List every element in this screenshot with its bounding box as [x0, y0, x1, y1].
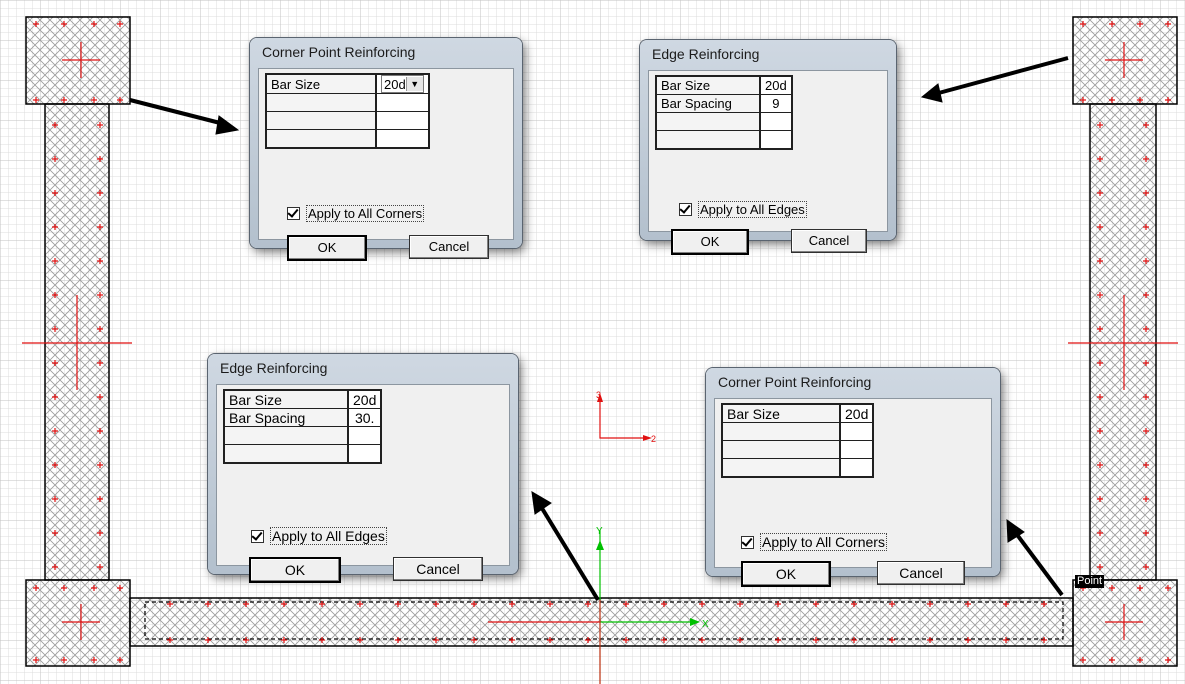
axis-label-3: 3 [596, 390, 601, 400]
corner-point-dialog-bottom: Corner Point Reinforcing Bar Size 20d Ap… [706, 368, 1000, 587]
reinforcing-grid: Bar Size 20d Bar Spacing 30. [223, 389, 383, 464]
apply-all-edges-checkbox[interactable]: Apply to All Edges [679, 201, 807, 218]
dialog-title: Corner Point Reinforcing [718, 374, 872, 390]
bar-size-label: Bar Size [224, 390, 349, 409]
cancel-button[interactable]: Cancel [791, 229, 867, 253]
bar-size-label: Bar Size [656, 76, 761, 95]
cancel-button[interactable]: Cancel [409, 235, 489, 259]
corner-point-dialog-top: Corner Point Reinforcing Bar Size 20d ▼ A… [250, 38, 522, 261]
ok-button[interactable]: OK [741, 561, 831, 587]
bar-size-value[interactable]: 20d [348, 390, 382, 409]
axis-label-x: X [702, 619, 709, 630]
reinforcing-grid: Bar Size 20d [721, 403, 875, 478]
reinforcing-grid: Bar Size 20d ▼ [265, 73, 430, 149]
chevron-down-icon[interactable]: ▼ [405, 77, 423, 91]
bar-size-value[interactable]: 20d [840, 404, 874, 423]
checkbox-checked-icon[interactable] [251, 529, 264, 543]
cancel-button[interactable]: Cancel [877, 561, 965, 585]
apply-all-corners-checkbox[interactable]: Apply to All Corners [287, 205, 425, 222]
ok-button[interactable]: OK [249, 557, 341, 583]
point-tooltip: Point [1075, 575, 1105, 588]
apply-all-corners-checkbox[interactable]: Apply to All Corners [741, 533, 887, 551]
axis-label-2: 2 [651, 434, 656, 444]
bar-spacing-label: Bar Spacing [656, 94, 761, 113]
dialog-title: Edge Reinforcing [652, 46, 760, 62]
bar-spacing-label: Bar Spacing [224, 408, 349, 427]
checkbox-checked-icon[interactable] [741, 535, 754, 549]
dialog-title: Edge Reinforcing [220, 360, 328, 376]
checkbox-checked-icon[interactable] [287, 207, 300, 220]
edge-reinforcing-dialog-top: Edge Reinforcing Bar Size 20d Bar Spacin… [640, 40, 896, 255]
bar-spacing-value[interactable]: 9 [760, 94, 792, 113]
bar-size-value: 20d [384, 76, 406, 92]
bar-size-label: Bar Size [266, 74, 377, 94]
reinforcing-grid: Bar Size 20d Bar Spacing 9 [655, 75, 793, 150]
bar-size-label: Bar Size [722, 404, 841, 423]
model-canvas[interactable]: 3 2 Y X [0, 0, 1185, 684]
ok-button[interactable]: OK [671, 229, 749, 255]
bar-size-select[interactable]: 20d ▼ [376, 74, 429, 94]
axis-label-y: Y [596, 526, 603, 537]
grid-background [0, 0, 1185, 684]
dialog-title: Corner Point Reinforcing [262, 44, 416, 60]
ok-button[interactable]: OK [287, 235, 367, 261]
apply-all-edges-checkbox[interactable]: Apply to All Edges [251, 527, 387, 545]
bar-spacing-value[interactable]: 30. [348, 408, 382, 427]
bar-size-value[interactable]: 20d [760, 76, 792, 95]
edge-reinforcing-dialog-bottom: Edge Reinforcing Bar Size 20d Bar Spacin… [208, 354, 518, 583]
checkbox-checked-icon[interactable] [679, 203, 692, 216]
cancel-button[interactable]: Cancel [393, 557, 483, 581]
